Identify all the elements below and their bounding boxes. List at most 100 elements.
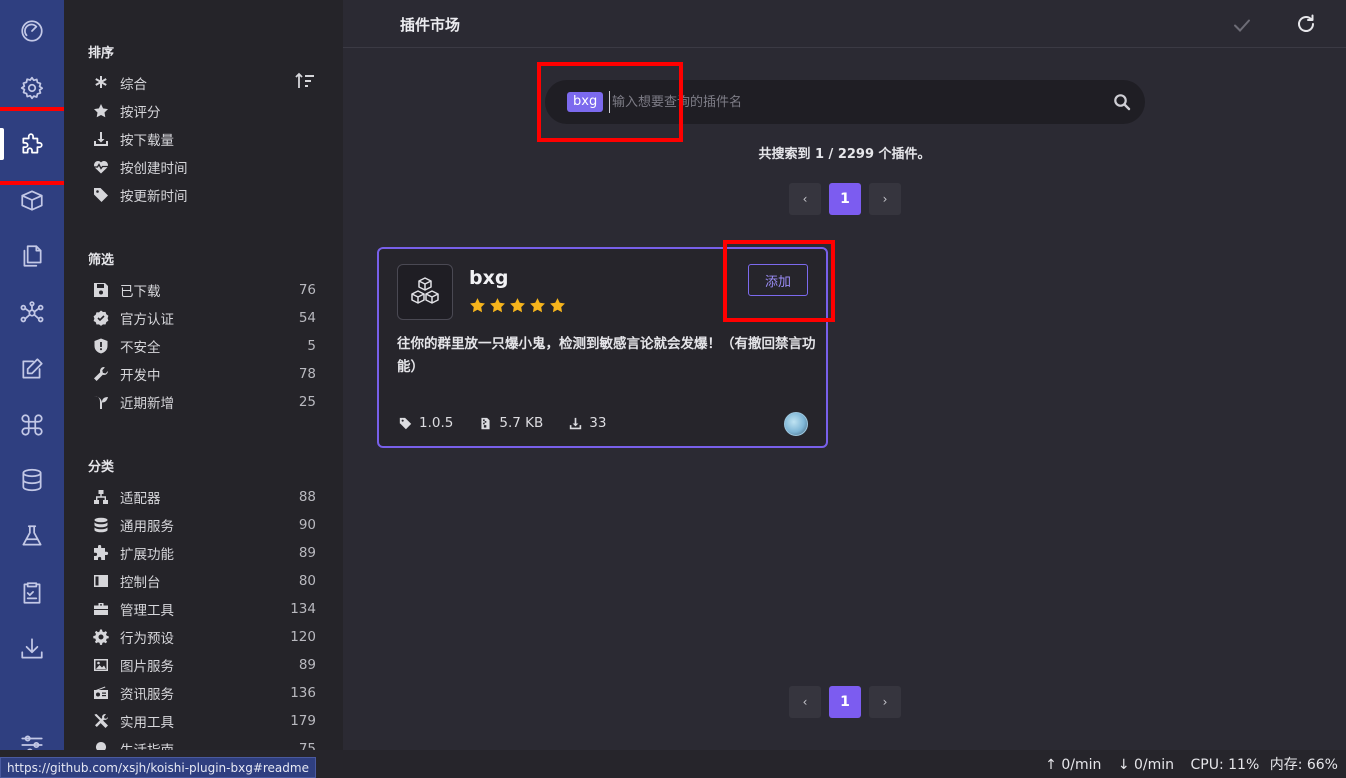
refresh-icon[interactable] bbox=[1295, 13, 1317, 35]
star-icon bbox=[92, 102, 110, 120]
tag-icon bbox=[399, 417, 412, 429]
sort-item-label: 按评分 bbox=[120, 105, 161, 121]
database-icon[interactable] bbox=[17, 465, 47, 495]
seedling-icon bbox=[92, 393, 110, 411]
category-item-image[interactable]: 图片服务 89 bbox=[92, 653, 316, 677]
plugin-meta: 1.0.5 5.7 KB 33 bbox=[399, 415, 632, 431]
category-item-count: 90 bbox=[298, 517, 316, 533]
sort-direction-icon[interactable] bbox=[294, 72, 316, 92]
download-icon bbox=[570, 417, 582, 429]
filter-item-label: 官方认证 bbox=[120, 312, 174, 328]
tag-icon bbox=[92, 186, 110, 204]
highlight-box-search-tag bbox=[537, 62, 683, 142]
shield-alert-icon bbox=[92, 337, 110, 355]
filter-item-count: 25 bbox=[298, 394, 316, 410]
page-button-current[interactable]: 1 bbox=[829, 686, 861, 718]
filter-item-label: 开发中 bbox=[120, 368, 161, 384]
category-item-extension[interactable]: 扩展功能 89 bbox=[92, 541, 316, 565]
flask-icon[interactable] bbox=[17, 521, 47, 551]
cpu-usage: CPU: 11% bbox=[1190, 757, 1260, 773]
filter-section-title: 筛选 bbox=[88, 253, 115, 268]
author-avatar[interactable] bbox=[784, 412, 808, 436]
page-title: 插件市场 bbox=[400, 16, 461, 34]
filter-item-count: 5 bbox=[307, 338, 316, 354]
filter-item-count: 78 bbox=[298, 366, 316, 382]
pagination-top: ‹ 1 › bbox=[789, 183, 901, 215]
plugin-description: 往你的群里放一只爆小鬼，检测到敏感言论就会发爆！（有撤回禁言功能） bbox=[397, 336, 816, 375]
category-item-label: 通用服务 bbox=[120, 519, 174, 535]
filter-item-unsafe[interactable]: 不安全 5 bbox=[92, 334, 316, 358]
highlight-box-add-button bbox=[723, 240, 835, 322]
category-item-count: 89 bbox=[298, 657, 316, 673]
main-panel: 插件市场 bxg 共搜索到 1 / 2299 个插件。 ‹ 1 › bxg 添加… bbox=[343, 0, 1346, 750]
puzzle-icon bbox=[92, 544, 110, 562]
downloads-meta: 33 bbox=[569, 415, 606, 431]
save-icon bbox=[92, 281, 110, 299]
sort-item-created[interactable]: 按创建时间 bbox=[92, 155, 316, 179]
filter-item-downloaded[interactable]: 已下载 76 bbox=[92, 278, 316, 302]
check-icon[interactable] bbox=[1231, 14, 1253, 36]
prev-page-button[interactable]: ‹ bbox=[789, 686, 821, 718]
category-item-label: 行为预设 bbox=[120, 631, 174, 647]
page-button-current[interactable]: 1 bbox=[829, 183, 861, 215]
sort-item-general[interactable]: 综合 bbox=[92, 71, 316, 95]
filter-item-label: 近期新增 bbox=[120, 396, 174, 412]
star-icon bbox=[550, 298, 565, 313]
files-icon[interactable] bbox=[17, 241, 47, 271]
file-icon bbox=[481, 417, 490, 429]
search-icon[interactable] bbox=[1113, 93, 1131, 111]
category-item-count: 88 bbox=[298, 489, 316, 505]
next-page-button[interactable]: › bbox=[869, 686, 901, 718]
network-icon bbox=[92, 488, 110, 506]
dashboard-icon[interactable] bbox=[17, 16, 47, 46]
category-item-console[interactable]: 控制台 80 bbox=[92, 569, 316, 593]
filter-item-recent[interactable]: 近期新增 25 bbox=[92, 390, 316, 414]
category-item-label: 生活指南 bbox=[120, 739, 299, 750]
sort-item-label: 综合 bbox=[120, 77, 147, 93]
sort-item-updated[interactable]: 按更新时间 bbox=[92, 183, 316, 207]
edit-icon[interactable] bbox=[17, 354, 47, 384]
plugin-name[interactable]: bxg bbox=[469, 267, 508, 289]
sort-item-label: 按下载量 bbox=[120, 133, 174, 149]
plugin-downloads: 33 bbox=[589, 415, 607, 431]
download-icon[interactable] bbox=[17, 634, 47, 664]
category-item-count: 120 bbox=[290, 629, 316, 645]
package-icon[interactable] bbox=[17, 185, 47, 215]
graph-icon[interactable] bbox=[17, 298, 47, 328]
pagination-bottom: ‹ 1 › bbox=[789, 686, 901, 718]
category-item-count: 89 bbox=[298, 545, 316, 561]
filter-item-developing[interactable]: 开发中 78 bbox=[92, 362, 316, 386]
category-item-count: 136 bbox=[290, 685, 316, 701]
star-icon bbox=[470, 298, 485, 313]
plugin-logo bbox=[397, 264, 453, 320]
sort-item-label: 按创建时间 bbox=[120, 161, 188, 177]
link-url-tooltip: https://github.com/xsjh/koishi-plugin-bx… bbox=[0, 757, 316, 778]
star-icon bbox=[510, 298, 525, 313]
size-meta: 5.7 KB bbox=[479, 415, 543, 431]
category-item-count: 80 bbox=[298, 573, 316, 589]
sort-item-rating[interactable]: 按评分 bbox=[92, 99, 316, 123]
category-item-label: 资讯服务 bbox=[120, 687, 174, 703]
next-page-button[interactable]: › bbox=[869, 183, 901, 215]
radio-icon bbox=[92, 684, 110, 702]
category-item-behavior[interactable]: 行为预设 120 bbox=[92, 625, 316, 649]
toolbox-icon bbox=[92, 600, 110, 618]
gear-icon bbox=[92, 628, 110, 646]
command-icon[interactable] bbox=[17, 410, 47, 440]
tools-icon bbox=[92, 712, 110, 730]
filter-item-verified[interactable]: 官方认证 54 bbox=[92, 306, 316, 330]
prev-page-button[interactable]: ‹ bbox=[789, 183, 821, 215]
cubes-icon bbox=[411, 277, 439, 304]
clipboard-icon[interactable] bbox=[17, 578, 47, 608]
sort-item-downloads[interactable]: 按下载量 bbox=[92, 127, 316, 151]
category-item-general-service[interactable]: 通用服务 90 bbox=[92, 513, 316, 537]
category-item-utility[interactable]: 实用工具 179 bbox=[92, 709, 316, 733]
category-item-management[interactable]: 管理工具 134 bbox=[92, 597, 316, 621]
top-bar: 插件市场 bbox=[343, 0, 1346, 48]
category-item-adapter[interactable]: 适配器 88 bbox=[92, 485, 316, 509]
category-item-label: 控制台 bbox=[120, 575, 161, 591]
star-icon bbox=[490, 298, 505, 313]
category-item-news[interactable]: 资讯服务 136 bbox=[92, 681, 316, 705]
settings-icon[interactable] bbox=[17, 73, 47, 103]
category-item-life[interactable]: 生活指南 75 bbox=[92, 737, 316, 750]
